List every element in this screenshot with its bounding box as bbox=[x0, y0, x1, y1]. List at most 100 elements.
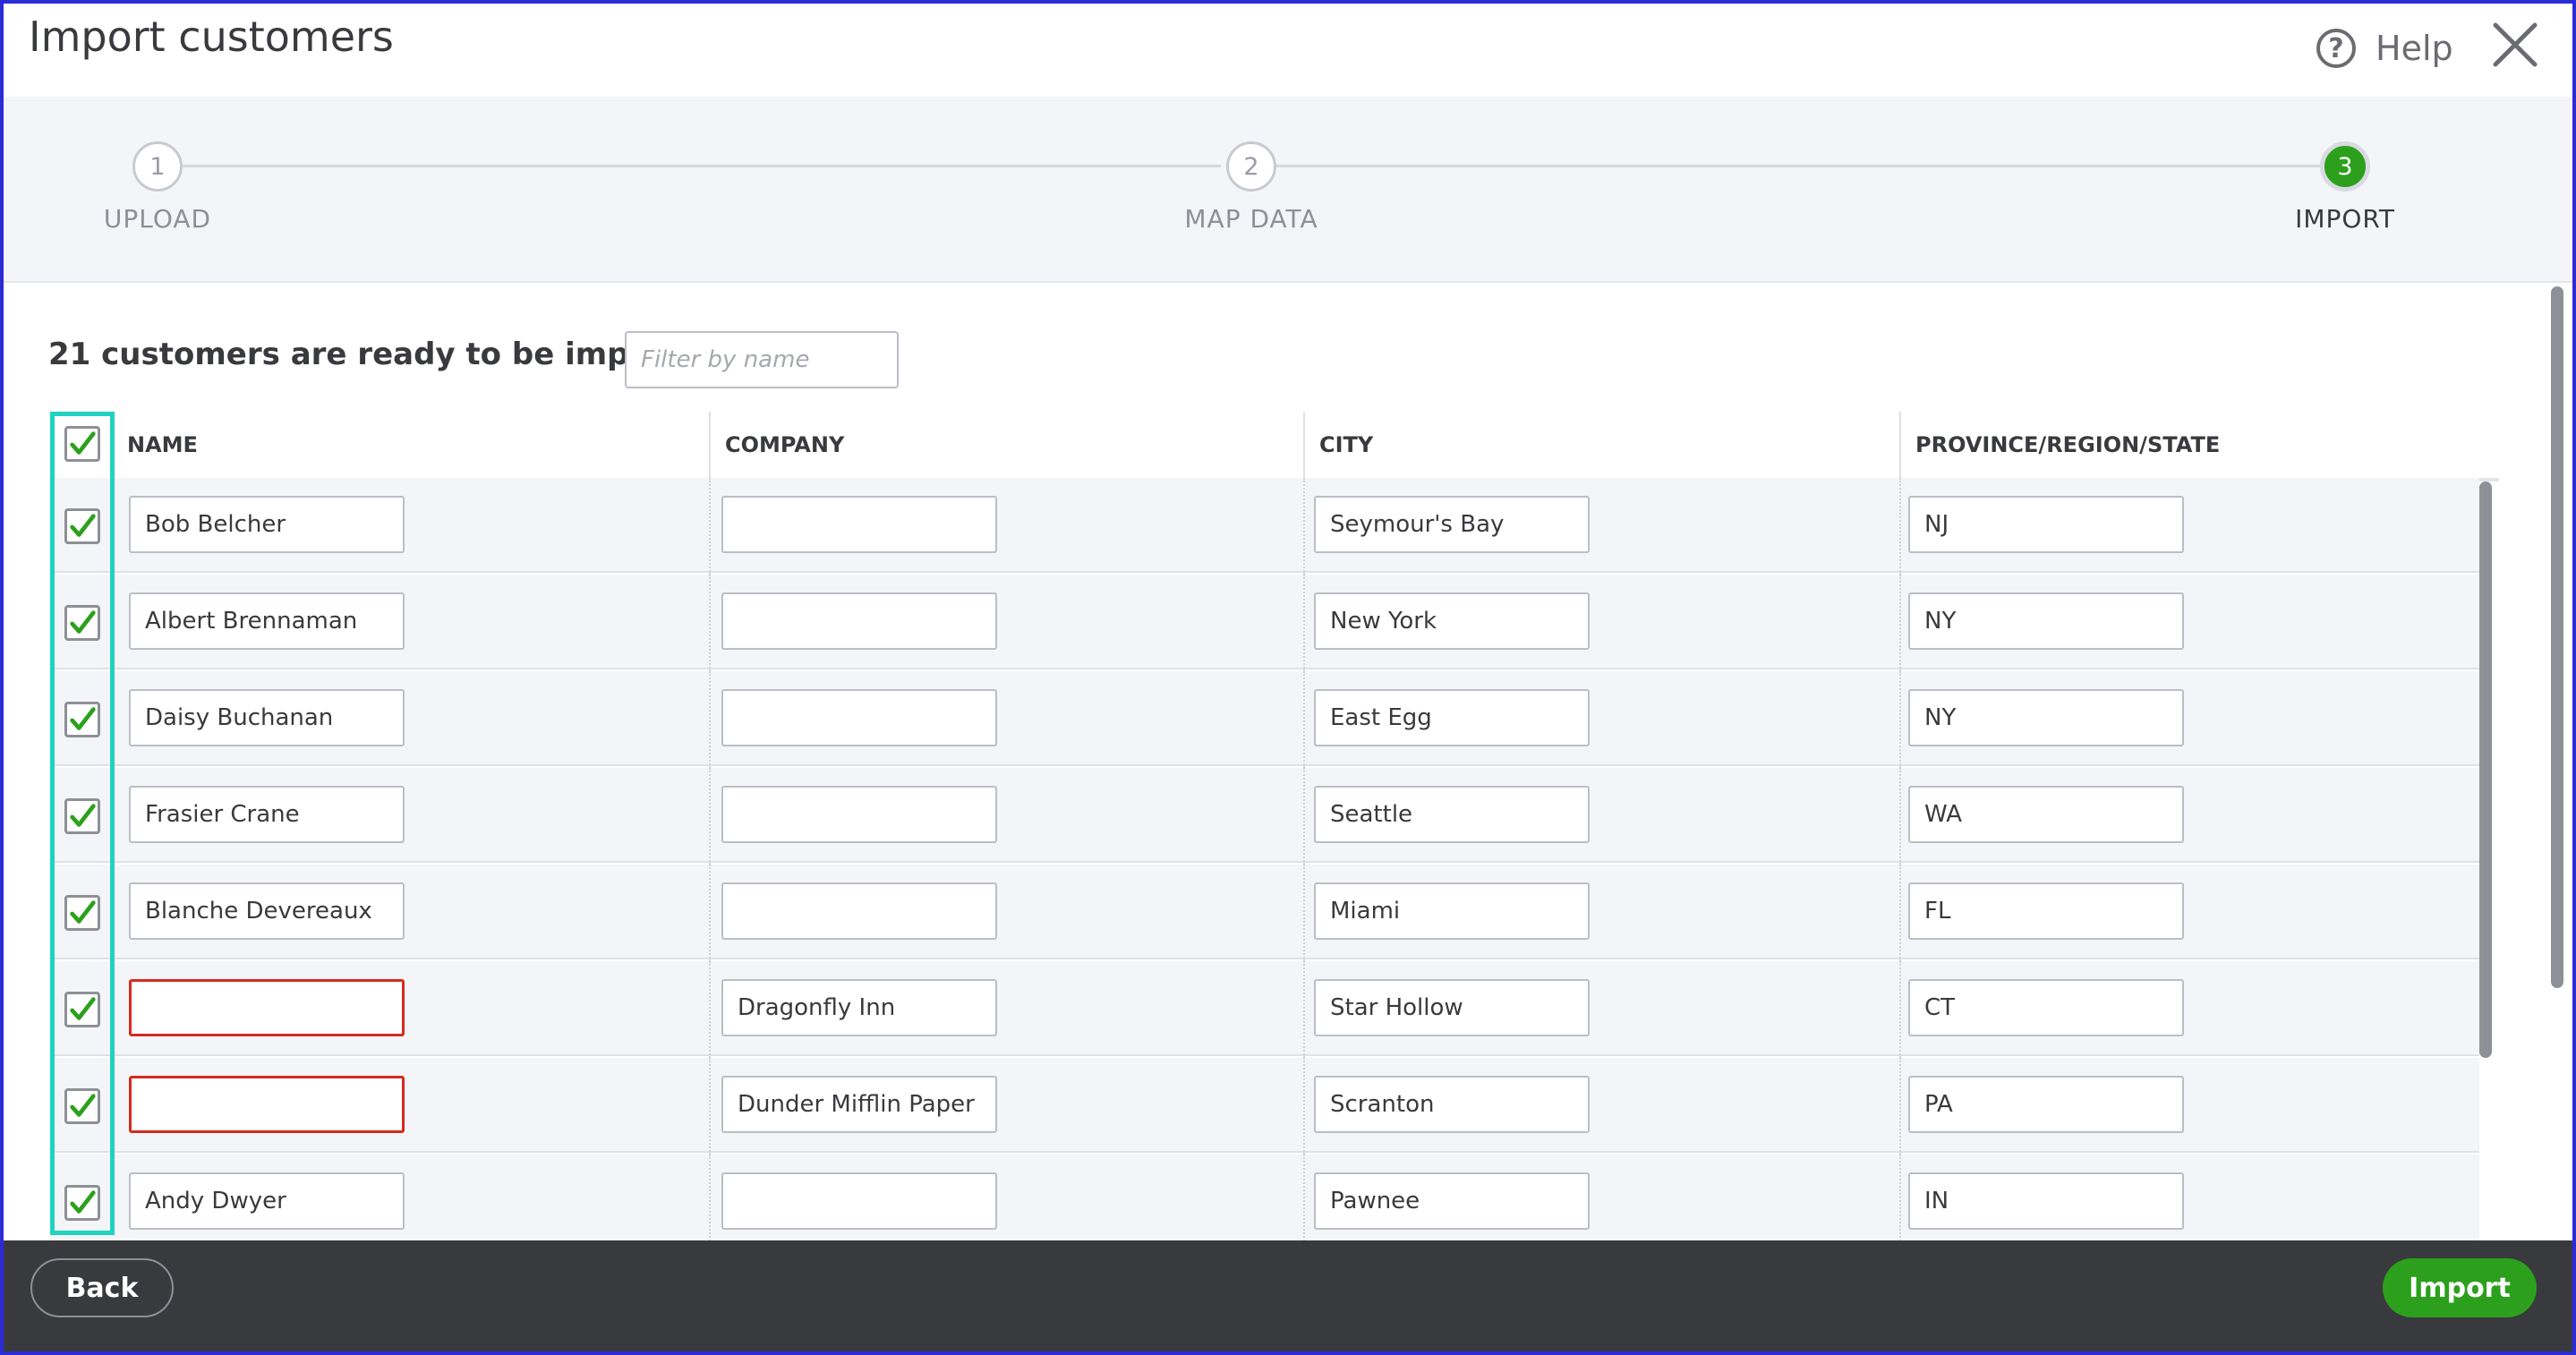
company-field[interactable] bbox=[721, 496, 997, 553]
city-field[interactable] bbox=[1314, 786, 1590, 843]
city-field[interactable] bbox=[1314, 979, 1590, 1036]
table-header: NAME COMPANY CITY PROVINCE/REGION/STATE bbox=[50, 412, 2499, 481]
company-field[interactable] bbox=[721, 592, 997, 650]
company-field[interactable] bbox=[721, 786, 997, 843]
checkmark-icon bbox=[70, 1190, 96, 1214]
row-checkbox[interactable] bbox=[64, 895, 100, 931]
import-customers-dialog: Import customers ? Help 1 UPLOAD 2 MAP D… bbox=[0, 0, 2576, 1355]
back-button[interactable]: Back bbox=[30, 1258, 174, 1317]
page-scrollbar[interactable] bbox=[2551, 286, 2563, 988]
checkmark-icon bbox=[70, 804, 96, 827]
filter-by-name-input[interactable] bbox=[625, 331, 899, 388]
step-1-label: UPLOAD bbox=[103, 204, 212, 234]
column-divider bbox=[709, 1155, 711, 1242]
help-button[interactable]: ? Help bbox=[2316, 23, 2453, 73]
city-field[interactable] bbox=[1314, 882, 1590, 940]
name-field[interactable] bbox=[129, 689, 405, 746]
state-field[interactable] bbox=[1908, 1172, 2184, 1230]
column-divider bbox=[1303, 961, 1305, 1058]
name-field[interactable] bbox=[129, 979, 405, 1036]
state-field[interactable] bbox=[1908, 592, 2184, 650]
table-row bbox=[50, 961, 2479, 1058]
company-field[interactable] bbox=[721, 689, 997, 746]
step-2-label: MAP DATA bbox=[1184, 204, 1318, 234]
import-button[interactable]: Import bbox=[2383, 1258, 2537, 1317]
city-field[interactable] bbox=[1314, 592, 1590, 650]
state-field[interactable] bbox=[1908, 882, 2184, 940]
step-3-label: IMPORT bbox=[2295, 204, 2395, 234]
company-field[interactable] bbox=[721, 882, 997, 940]
close-icon[interactable] bbox=[2490, 20, 2540, 70]
column-header-city[interactable]: CITY bbox=[1303, 412, 1896, 478]
row-checkbox[interactable] bbox=[64, 605, 100, 641]
checkmark-icon bbox=[70, 514, 96, 537]
name-field[interactable] bbox=[129, 1172, 405, 1230]
table-row bbox=[50, 865, 2479, 961]
table-row bbox=[50, 671, 2479, 768]
company-field[interactable] bbox=[721, 1172, 997, 1230]
table-scrollbar[interactable] bbox=[2479, 481, 2492, 1058]
name-field[interactable] bbox=[129, 592, 405, 650]
city-field[interactable] bbox=[1314, 1172, 1590, 1230]
column-divider bbox=[1303, 478, 1305, 575]
checkmark-icon bbox=[70, 997, 96, 1020]
state-field[interactable] bbox=[1908, 496, 2184, 553]
select-all-checkbox[interactable] bbox=[64, 426, 100, 462]
column-divider bbox=[1899, 961, 1901, 1058]
row-checkbox[interactable] bbox=[64, 508, 100, 544]
step-3-circle: 3 bbox=[2320, 141, 2370, 192]
column-divider bbox=[1899, 1155, 1901, 1242]
checkmark-icon bbox=[70, 707, 96, 730]
page-title: Import customers bbox=[29, 13, 394, 61]
city-field[interactable] bbox=[1314, 1076, 1590, 1133]
table-row bbox=[50, 478, 2479, 575]
column-header-state[interactable]: PROVINCE/REGION/STATE bbox=[1899, 412, 2499, 478]
column-divider bbox=[1899, 478, 1901, 575]
column-divider bbox=[1303, 1058, 1305, 1155]
column-divider bbox=[1899, 575, 1901, 671]
table-row bbox=[50, 575, 2479, 671]
column-divider bbox=[1899, 865, 1901, 961]
ready-count-text: 21 customers are ready to be imported bbox=[48, 337, 722, 372]
state-field[interactable] bbox=[1908, 689, 2184, 746]
checkmark-icon bbox=[70, 1094, 96, 1117]
column-divider bbox=[709, 1058, 711, 1155]
step-connector bbox=[183, 165, 1221, 167]
row-checkbox[interactable] bbox=[64, 1185, 100, 1221]
column-divider bbox=[1303, 865, 1305, 961]
column-divider bbox=[709, 575, 711, 671]
column-header-name[interactable]: NAME bbox=[115, 412, 754, 478]
table-row bbox=[50, 1058, 2479, 1155]
state-field[interactable] bbox=[1908, 1076, 2184, 1133]
column-header-company[interactable]: COMPANY bbox=[709, 412, 1300, 478]
row-checkbox[interactable] bbox=[64, 702, 100, 737]
name-field[interactable] bbox=[129, 1076, 405, 1133]
city-field[interactable] bbox=[1314, 689, 1590, 746]
help-label: Help bbox=[2376, 29, 2453, 68]
row-checkbox[interactable] bbox=[64, 992, 100, 1027]
column-divider bbox=[1303, 671, 1305, 768]
row-checkbox[interactable] bbox=[64, 798, 100, 834]
step-2-circle: 2 bbox=[1226, 141, 1276, 192]
company-field[interactable] bbox=[721, 979, 997, 1036]
column-divider bbox=[1899, 1058, 1901, 1155]
column-divider bbox=[1303, 575, 1305, 671]
dialog-header: Import customers ? Help bbox=[4, 4, 2572, 97]
name-field[interactable] bbox=[129, 496, 405, 553]
company-field[interactable] bbox=[721, 1076, 997, 1133]
column-divider bbox=[709, 768, 711, 865]
state-field[interactable] bbox=[1908, 786, 2184, 843]
row-checkbox[interactable] bbox=[64, 1088, 100, 1124]
checkmark-icon bbox=[70, 900, 96, 924]
name-field[interactable] bbox=[129, 882, 405, 940]
table-row bbox=[50, 768, 2479, 865]
column-divider bbox=[709, 478, 711, 575]
dialog-footer: Back Import bbox=[4, 1240, 2572, 1351]
checkmark-icon bbox=[70, 431, 96, 455]
column-divider bbox=[709, 961, 711, 1058]
city-field[interactable] bbox=[1314, 496, 1590, 553]
state-field[interactable] bbox=[1908, 979, 2184, 1036]
column-divider bbox=[1303, 1155, 1305, 1242]
name-field[interactable] bbox=[129, 786, 405, 843]
checkmark-icon bbox=[70, 610, 96, 634]
